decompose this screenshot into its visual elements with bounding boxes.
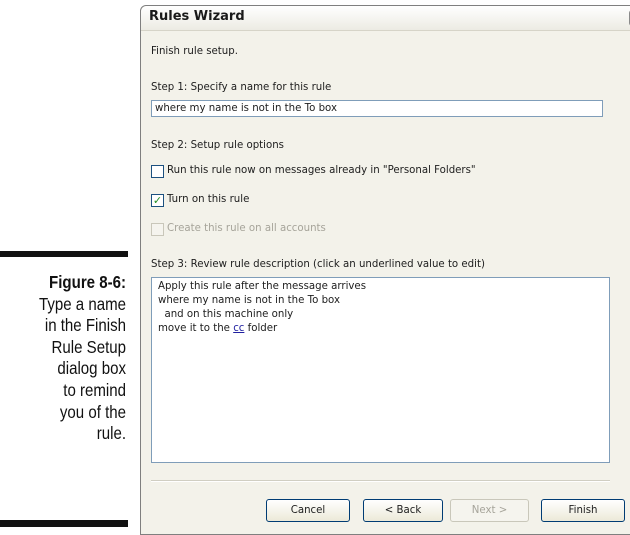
window-title: Rules Wizard [149,9,245,24]
title-bar[interactable]: Rules Wizard ✕ [141,6,630,31]
caption-line: Rule Setup [51,336,126,357]
finish-button[interactable]: Finish [541,499,625,522]
caption-line: Type a name [38,293,126,314]
folder-link[interactable]: cc [233,323,244,334]
step1-label: Step 1: Specify a name for this rule [151,82,332,93]
action-prefix: move it to the [158,323,234,334]
description-line: where my name is not in the To box [158,295,341,306]
all-accounts-label: Create this rule on all accounts [167,223,326,234]
all-accounts-checkbox [151,223,164,236]
rule-name-input[interactable] [151,100,603,117]
figure-caption: Figure 8-6: Type a name in the Finish Ru… [18,272,126,445]
intro-text: Finish rule setup. [151,46,238,57]
action-suffix: folder [244,323,278,334]
cancel-button[interactable]: Cancel [266,499,350,522]
description-line: and on this machine only [158,309,294,320]
rule-description-box[interactable]: Apply this rule after the message arrive… [151,277,610,463]
description-line: Apply this rule after the message arrive… [158,281,367,292]
step3-label: Step 3: Review rule description (click a… [151,259,485,270]
caption-line: to remind [63,379,126,400]
button-separator [151,480,610,482]
turn-on-checkbox[interactable]: ✓ [151,194,164,207]
caption-line: rule. [96,423,126,444]
rules-wizard-dialog: Rules Wizard ✕ Finish rule setup. Step 1… [140,5,630,535]
step2-label: Step 2: Setup rule options [151,140,284,151]
caption-top-rule [0,251,128,257]
run-now-label[interactable]: Run this rule now on messages already in… [167,165,476,176]
description-action-line: move it to the cc folder [158,323,277,334]
run-now-checkbox[interactable] [151,165,164,178]
figure-number: Figure 8-6: [49,272,126,292]
back-button[interactable]: < Back [363,499,443,522]
caption-line: you of the [59,401,127,422]
caption-line: dialog box [57,358,126,379]
next-button: Next > [450,499,529,522]
caption-line: in the Finish [44,315,126,336]
caption-bottom-rule [0,520,128,527]
turn-on-label[interactable]: Turn on this rule [167,194,249,205]
